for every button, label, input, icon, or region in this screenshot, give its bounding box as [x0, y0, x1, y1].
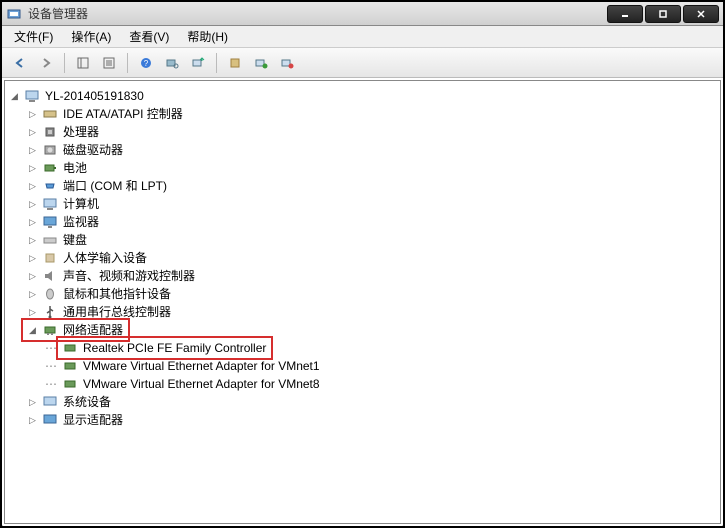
- tree-root[interactable]: ◢ YL-201405191830: [9, 87, 716, 105]
- tree-item-usb[interactable]: ▷通用串行总线控制器: [27, 303, 716, 321]
- minimize-button[interactable]: [607, 5, 643, 23]
- expand-icon[interactable]: ▷: [27, 289, 38, 300]
- svg-text:?: ?: [144, 59, 149, 68]
- hid-icon: [42, 250, 58, 266]
- collapse-icon[interactable]: ◢: [27, 325, 38, 336]
- app-icon: [6, 6, 22, 22]
- tree-view[interactable]: ◢ YL-201405191830 ▷IDE ATA/ATAPI 控制器 ▷处理…: [4, 80, 721, 524]
- show-hide-tree-button[interactable]: [71, 51, 95, 75]
- tree-line: ⋯: [45, 357, 56, 375]
- back-button[interactable]: [8, 51, 32, 75]
- tree-item-disk[interactable]: ▷磁盘驱动器: [27, 141, 716, 159]
- keyboard-icon: [42, 232, 58, 248]
- expand-icon[interactable]: ▷: [27, 127, 38, 138]
- monitor-icon: [42, 214, 58, 230]
- expand-icon[interactable]: ▷: [27, 235, 38, 246]
- display-icon: [42, 412, 58, 428]
- expand-icon[interactable]: ▷: [27, 271, 38, 282]
- tree-item-system[interactable]: ▷系统设备: [27, 393, 716, 411]
- sound-icon: [42, 268, 58, 284]
- update-driver-button[interactable]: [186, 51, 210, 75]
- tree-item-cpu[interactable]: ▷处理器: [27, 123, 716, 141]
- disk-icon: [42, 142, 58, 158]
- uninstall-button[interactable]: [223, 51, 247, 75]
- menu-file[interactable]: 文件(F): [6, 26, 61, 47]
- controller-icon: [42, 106, 58, 122]
- help-button[interactable]: ?: [134, 51, 158, 75]
- tree-item-battery[interactable]: ▷电池: [27, 159, 716, 177]
- expand-icon[interactable]: ▷: [27, 145, 38, 156]
- mouse-icon: [42, 286, 58, 302]
- window-controls: [607, 5, 719, 23]
- system-icon: [42, 394, 58, 410]
- expand-icon[interactable]: ▷: [27, 199, 38, 210]
- properties-button[interactable]: [97, 51, 121, 75]
- toolbar: ?: [2, 48, 723, 78]
- expand-icon[interactable]: ▷: [27, 217, 38, 228]
- titlebar: 设备管理器: [2, 2, 723, 26]
- window-title: 设备管理器: [28, 5, 607, 22]
- menu-view[interactable]: 查看(V): [121, 26, 177, 47]
- cpu-icon: [42, 124, 58, 140]
- tree-item-realtek[interactable]: ⋯ Realtek PCIe FE Family Controller: [45, 339, 716, 357]
- port-icon: [42, 178, 58, 194]
- tree-line: ⋯: [45, 375, 56, 393]
- disable-button[interactable]: [275, 51, 299, 75]
- separator: [127, 53, 128, 73]
- menu-help[interactable]: 帮助(H): [179, 26, 236, 47]
- battery-icon: [42, 160, 58, 176]
- tree-line: ⋯: [45, 339, 56, 357]
- separator: [64, 53, 65, 73]
- tree-item-sound[interactable]: ▷声音、视频和游戏控制器: [27, 267, 716, 285]
- tree-item-display[interactable]: ▷显示适配器: [27, 411, 716, 429]
- close-button[interactable]: [683, 5, 719, 23]
- computer-icon: [24, 88, 40, 104]
- tree-item-monitor[interactable]: ▷监视器: [27, 213, 716, 231]
- computer-icon: [42, 196, 58, 212]
- network-adapter-icon: [62, 376, 78, 392]
- menu-action[interactable]: 操作(A): [63, 26, 119, 47]
- separator: [216, 53, 217, 73]
- scan-button[interactable]: [160, 51, 184, 75]
- network-adapter-icon: [62, 358, 78, 374]
- expand-icon[interactable]: ▷: [27, 181, 38, 192]
- tree-item-ports[interactable]: ▷端口 (COM 和 LPT): [27, 177, 716, 195]
- device-manager-window: 设备管理器 文件(F) 操作(A) 查看(V) 帮助(H) ? ◢: [0, 0, 725, 528]
- root-label[interactable]: YL-201405191830: [44, 87, 145, 105]
- expand-icon[interactable]: ▷: [27, 109, 38, 120]
- tree-item-vmnet8[interactable]: ⋯VMware Virtual Ethernet Adapter for VMn…: [45, 375, 716, 393]
- network-adapter-icon: [62, 340, 78, 356]
- menubar: 文件(F) 操作(A) 查看(V) 帮助(H): [2, 26, 723, 48]
- tree-item-ide[interactable]: ▷IDE ATA/ATAPI 控制器: [27, 105, 716, 123]
- tree-item-keyboard[interactable]: ▷键盘: [27, 231, 716, 249]
- tree-item-hid[interactable]: ▷人体学输入设备: [27, 249, 716, 267]
- expand-icon[interactable]: ▷: [27, 415, 38, 426]
- maximize-button[interactable]: [645, 5, 681, 23]
- forward-button[interactable]: [34, 51, 58, 75]
- tree-item-mouse[interactable]: ▷鼠标和其他指针设备: [27, 285, 716, 303]
- expand-icon[interactable]: ▷: [27, 253, 38, 264]
- expand-icon[interactable]: ▷: [27, 307, 38, 318]
- tree-item-vmnet1[interactable]: ⋯VMware Virtual Ethernet Adapter for VMn…: [45, 357, 716, 375]
- expand-icon[interactable]: ▷: [27, 397, 38, 408]
- tree-item-computer[interactable]: ▷计算机: [27, 195, 716, 213]
- expand-icon[interactable]: ▷: [27, 163, 38, 174]
- collapse-icon[interactable]: ◢: [9, 91, 20, 102]
- enable-button[interactable]: [249, 51, 273, 75]
